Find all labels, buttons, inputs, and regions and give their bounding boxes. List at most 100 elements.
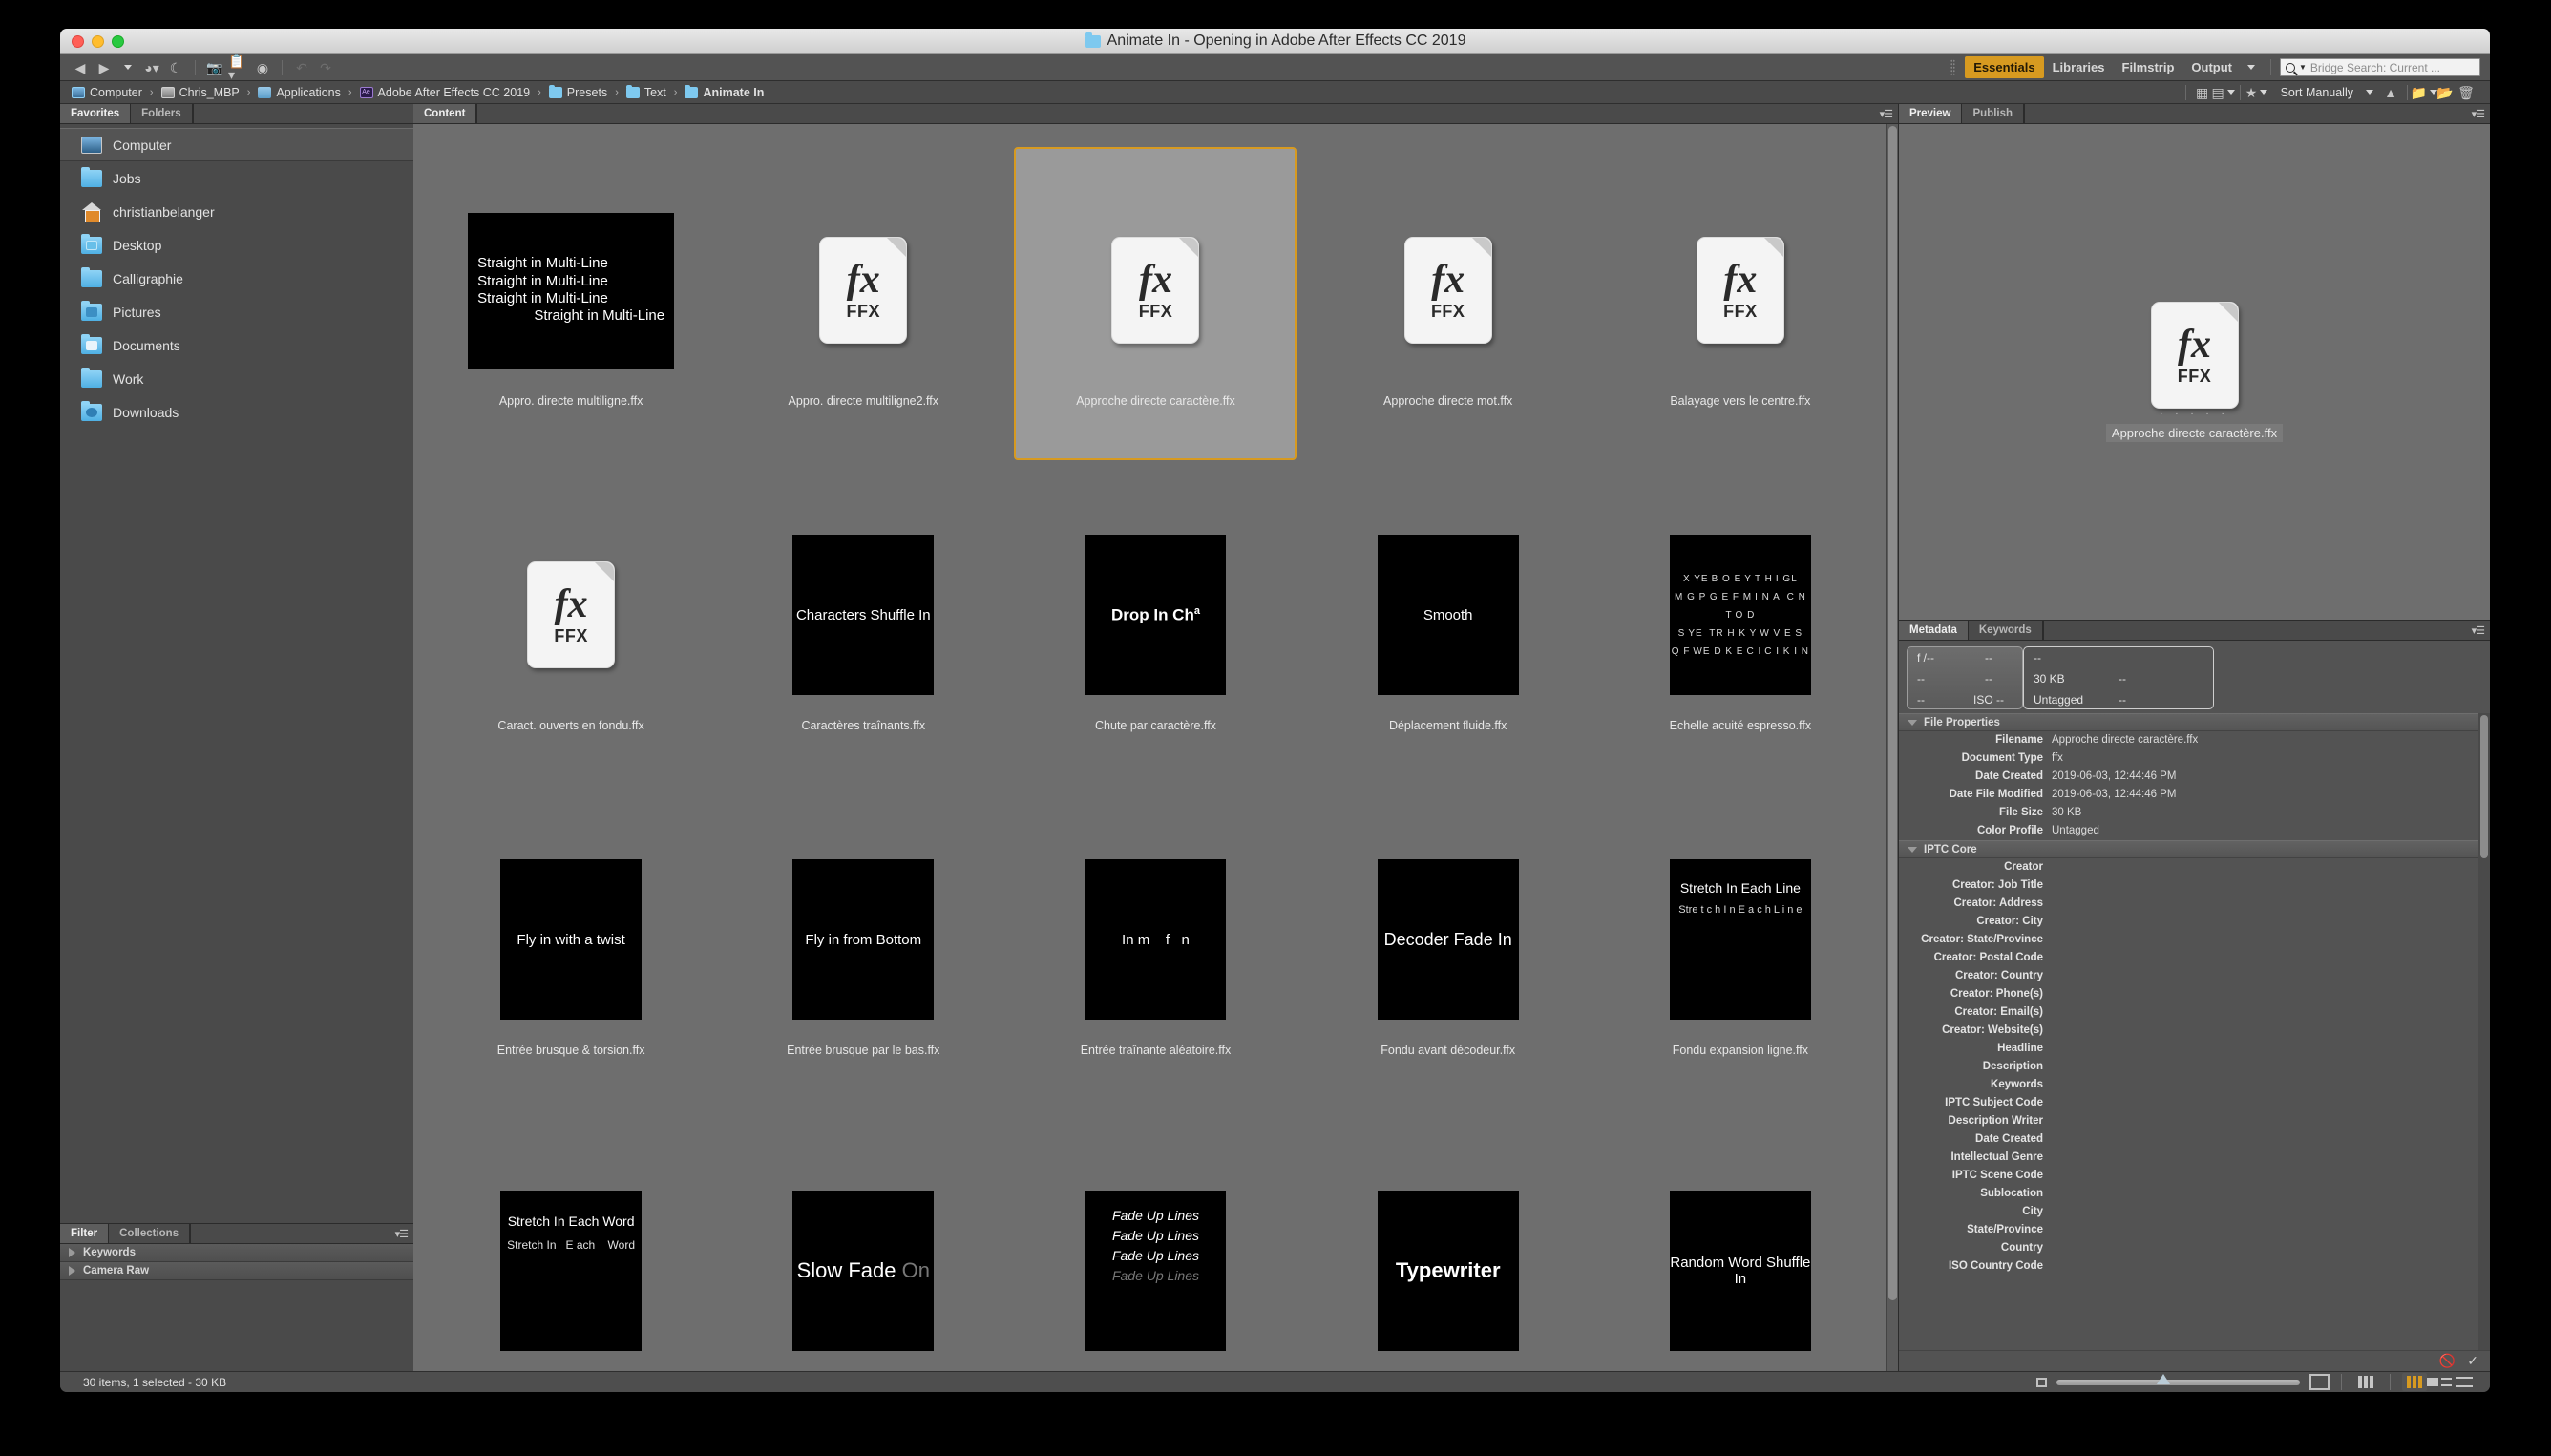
tab-content[interactable]: Content	[413, 104, 477, 123]
grid-item[interactable]: Fly in from Bottom Entrée brusque par le…	[717, 791, 1009, 1115]
panel-menu-icon[interactable]: ▾☰	[2472, 624, 2485, 637]
metadata-scroll-area[interactable]: File Properties Filename Approche direct…	[1899, 713, 2490, 1350]
grid-item[interactable]: Smooth Déplacement fluide.ffx	[1302, 466, 1594, 791]
refine-copy-icon[interactable]: 📋▾	[228, 54, 249, 81]
workspace-chevron-down-icon[interactable]	[2241, 58, 2262, 77]
filter-row-camera-raw[interactable]: Camera Raw	[60, 1262, 413, 1280]
sidebar-item-jobs[interactable]: Jobs	[60, 161, 413, 195]
workspace-tab-output[interactable]: Output	[2182, 56, 2241, 78]
metadata-row[interactable]: Creator: Postal Code	[1899, 949, 2490, 967]
breadcrumb-item-presets[interactable]: Presets	[547, 84, 609, 99]
metadata-row[interactable]: Creator: Website(s)	[1899, 1022, 2490, 1040]
metadata-row[interactable]: Description Writer	[1899, 1112, 2490, 1130]
breadcrumb-item-computer[interactable]: Computer	[70, 86, 144, 99]
grid-item[interactable]: Fly in with a twist Entrée brusque & tor…	[425, 791, 717, 1115]
grid-item[interactable]: Decoder Fade In Fondu avant décodeur.ffx	[1302, 791, 1594, 1115]
grid-item[interactable]: Drop In Cha Chute par caractère.ffx	[1009, 466, 1301, 791]
metadata-row[interactable]: Creator: Country	[1899, 967, 2490, 985]
metadata-row[interactable]: Creator: Email(s)	[1899, 1003, 2490, 1022]
thumbnail-quality-icon[interactable]: ▦	[2192, 83, 2213, 102]
rotate-ccw-icon[interactable]: ↶	[291, 58, 312, 77]
metadata-section-iptc-core[interactable]: IPTC Core	[1899, 840, 2490, 858]
workspace-grip-handle[interactable]	[1950, 58, 1956, 76]
slider-track[interactable]	[2056, 1373, 2300, 1385]
forward-arrow-icon[interactable]: ▶	[94, 58, 115, 77]
sort-label[interactable]: Sort Manually	[2281, 86, 2353, 99]
metadata-row[interactable]: IPTC Subject Code	[1899, 1094, 2490, 1112]
tab-keywords[interactable]: Keywords	[1968, 621, 2043, 640]
metadata-row[interactable]: Creator: Phone(s)	[1899, 985, 2490, 1003]
thumbnail-view-button[interactable]	[2402, 1373, 2427, 1391]
tab-metadata[interactable]: Metadata	[1899, 621, 1969, 640]
metadata-row[interactable]: Keywords	[1899, 1076, 2490, 1094]
back-arrow-icon[interactable]: ◀	[70, 58, 91, 77]
grid-item[interactable]: Stretch In Each Line Stre t c h I n E a …	[1594, 791, 1887, 1115]
content-vertical-scrollbar[interactable]	[1886, 124, 1898, 1371]
smaller-thumbnail-icon[interactable]	[2036, 1377, 2047, 1387]
metadata-row[interactable]: Description	[1899, 1058, 2490, 1076]
scrollbar-thumb[interactable]	[1888, 126, 1897, 1300]
grid-item-selected[interactable]: fx FFX Approche directe caractère.ffx	[1009, 141, 1301, 466]
breadcrumb-item-text[interactable]: Text	[624, 84, 668, 99]
grid-item[interactable]: Characters Shuffle In Caractères traînan…	[717, 466, 1009, 791]
boomerang-icon[interactable]: ☾	[165, 58, 186, 77]
grid-item[interactable]: fx FFX Appro. directe multiligne2.ffx	[717, 141, 1009, 466]
list-view-button[interactable]	[2452, 1373, 2477, 1391]
thumbnail-size-slider[interactable]	[2036, 1373, 2330, 1390]
sidebar-item-desktop[interactable]: Desktop	[60, 228, 413, 262]
workspace-tab-essentials[interactable]: Essentials	[1965, 56, 2044, 78]
content-grid-scroll-area[interactable]: Straight in Multi-Line Straight in Multi…	[413, 124, 1898, 1371]
tab-collections[interactable]: Collections	[109, 1224, 191, 1243]
metadata-row[interactable]: Date Created	[1899, 1130, 2490, 1149]
metadata-row[interactable]: IPTC Scene Code	[1899, 1167, 2490, 1185]
metadata-row[interactable]: Creator	[1899, 858, 2490, 876]
tab-publish[interactable]: Publish	[1962, 104, 2025, 123]
tab-favorites[interactable]: Favorites	[60, 104, 132, 123]
star-filter-icon[interactable]: ★	[2245, 83, 2268, 102]
breadcrumb-item-applications[interactable]: Applications	[256, 86, 342, 99]
sort-ascending-icon[interactable]: ▲	[2380, 83, 2401, 102]
grid-item[interactable]: Random Word Shuffle In	[1594, 1115, 1887, 1371]
cancel-metadata-icon[interactable]: 🚫	[2439, 1353, 2456, 1369]
slider-knob[interactable]	[2157, 1373, 2170, 1384]
reveal-icon[interactable]: ◕▾	[141, 58, 162, 77]
apply-metadata-icon[interactable]: ✓	[2467, 1353, 2478, 1369]
metadata-row[interactable]: Creator: Job Title	[1899, 876, 2490, 895]
metadata-row[interactable]: Intellectual Genre	[1899, 1149, 2490, 1167]
tab-filter[interactable]: Filter	[60, 1224, 110, 1243]
metadata-row[interactable]: Country	[1899, 1239, 2490, 1257]
sidebar-item-work[interactable]: Work	[60, 362, 413, 395]
metadata-row[interactable]: Creator: City	[1899, 913, 2490, 931]
trash-icon[interactable]: 🗑	[2456, 83, 2477, 102]
get-photos-camera-icon[interactable]: 📷	[204, 58, 225, 77]
details-view-button[interactable]	[2427, 1373, 2452, 1391]
tab-preview[interactable]: Preview	[1899, 104, 1963, 123]
grid-item[interactable]: fx FFX Caract. ouverts en fondu.ffx	[425, 466, 717, 791]
grid-item[interactable]: Straight in Multi-Line Straight in Multi…	[425, 141, 717, 466]
breadcrumb-item-disk[interactable]: Chris_MBP	[159, 86, 242, 99]
grid-item[interactable]: fx FFX Approche directe mot.ffx	[1302, 141, 1594, 466]
metadata-row[interactable]: City	[1899, 1203, 2490, 1221]
larger-thumbnail-icon[interactable]	[2309, 1374, 2330, 1390]
scrollbar-thumb[interactable]	[2480, 715, 2488, 858]
metadata-row[interactable]: State/Province	[1899, 1221, 2490, 1239]
sidebar-item-calligraphie[interactable]: Calligraphie	[60, 262, 413, 295]
grid-item[interactable]: X YE B O E Y T H I GL M G P G E F M I N …	[1594, 466, 1887, 791]
tab-folders[interactable]: Folders	[131, 104, 193, 123]
grid-item[interactable]: Slow Fade On	[717, 1115, 1009, 1371]
preview-quality-icon[interactable]: ▤	[2211, 83, 2235, 102]
metadata-row[interactable]: ISO Country Code	[1899, 1257, 2490, 1276]
preview-body[interactable]: fx FFX · · · · · Approche directe caract…	[1899, 124, 2490, 620]
metadata-vertical-scrollbar[interactable]	[2478, 713, 2490, 1350]
camera-raw-icon[interactable]: ◉	[252, 58, 273, 77]
breadcrumb-item-after-effects[interactable]: Ae Adobe After Effects CC 2019	[358, 86, 533, 99]
metadata-row[interactable]: Headline	[1899, 1040, 2490, 1058]
grid-item[interactable]: Typewriter	[1302, 1115, 1594, 1371]
new-folder-icon[interactable]: 📂	[2435, 83, 2456, 102]
panel-menu-icon[interactable]: ▾☰	[395, 1228, 409, 1240]
sort-chevron-down-icon[interactable]	[2359, 83, 2380, 102]
sidebar-item-pictures[interactable]: Pictures	[60, 295, 413, 328]
sidebar-item-documents[interactable]: Documents	[60, 328, 413, 362]
workspace-tab-filmstrip[interactable]: Filmstrip	[2114, 56, 2183, 78]
recent-dropdown-icon[interactable]	[117, 58, 138, 77]
